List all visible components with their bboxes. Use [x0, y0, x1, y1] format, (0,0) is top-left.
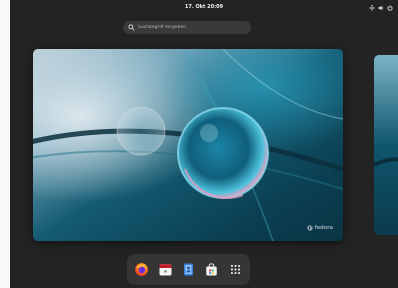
wallpaper-image [33, 49, 343, 241]
software-icon [206, 263, 218, 276]
show-apps-button[interactable] [225, 260, 245, 280]
dash-item-contacts[interactable] [178, 260, 198, 280]
fedora-logo: fedora [306, 225, 333, 231]
dash-item-firefox[interactable] [132, 260, 152, 280]
search-icon [128, 24, 135, 31]
dash-item-software[interactable] [202, 260, 222, 280]
firefox-icon [135, 263, 149, 276]
fedora-icon [306, 225, 313, 231]
dash [127, 254, 250, 285]
system-status-area[interactable] [369, 5, 393, 11]
search-entry[interactable] [123, 21, 251, 34]
contacts-icon [183, 263, 193, 276]
fedora-wordmark: fedora [314, 225, 333, 231]
power-icon [387, 5, 393, 11]
app-grid-icon [230, 264, 240, 275]
workspace-thumbnail[interactable]: fedora [33, 49, 343, 241]
wallpaper-image [374, 55, 398, 235]
dash-item-calendar[interactable] [155, 260, 175, 280]
calendar-icon [159, 264, 172, 276]
activities-overview: 17. Okt 20:09 Suchbegriff eingeben fedor… [10, 0, 398, 288]
next-workspace-thumbnail[interactable] [374, 55, 398, 235]
network-icon [369, 5, 375, 11]
clock[interactable]: 17. Okt 20:09 [10, 4, 398, 10]
volume-icon [378, 5, 384, 11]
top-bar: 17. Okt 20:09 [10, 0, 398, 18]
search-input[interactable] [135, 22, 248, 33]
